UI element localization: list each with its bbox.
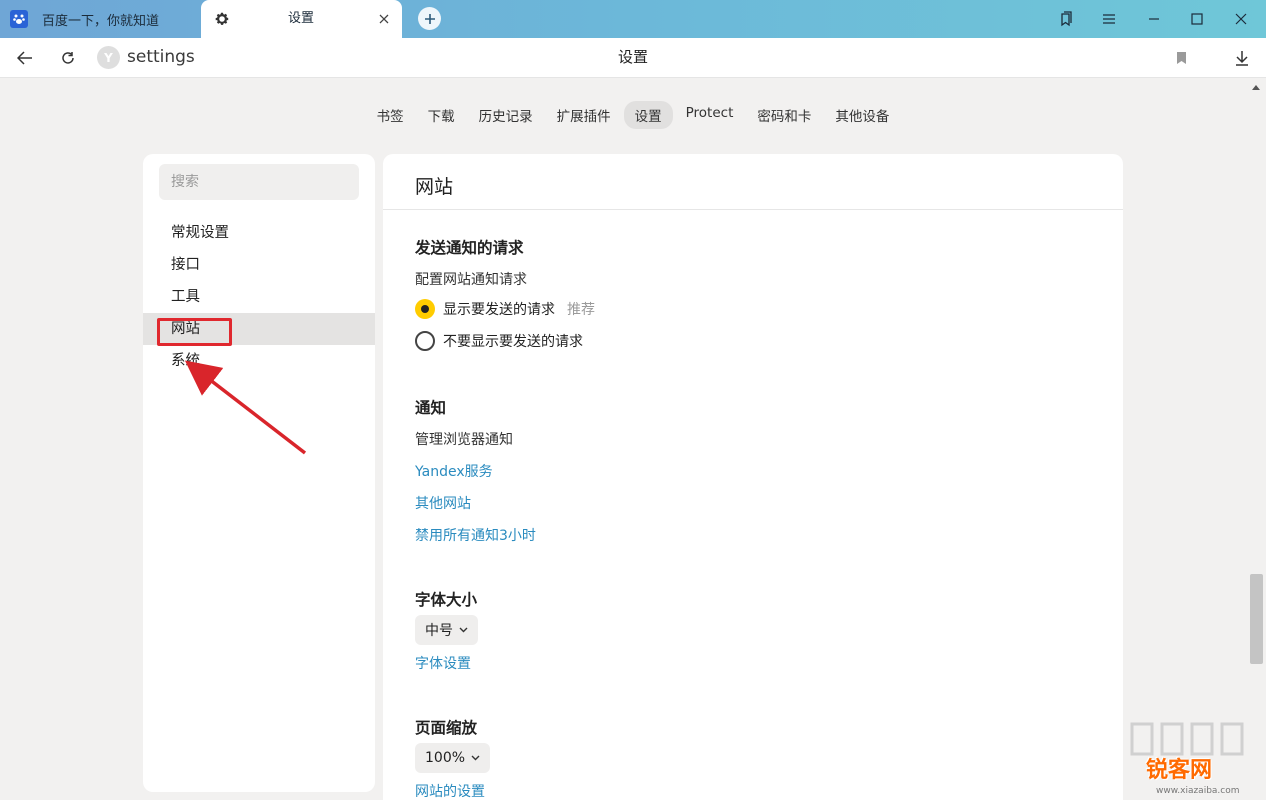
menu-icon[interactable] bbox=[1098, 8, 1120, 30]
nav-extensions[interactable]: 扩展插件 bbox=[546, 101, 622, 129]
address-bar: Y settings 设置 bbox=[0, 38, 1266, 78]
search-input[interactable] bbox=[159, 164, 359, 200]
nav-protect[interactable]: Protect bbox=[675, 101, 745, 129]
divider bbox=[383, 209, 1123, 210]
sidebar-item-general[interactable]: 常规设置 bbox=[143, 217, 375, 249]
zoom-select[interactable]: 100% bbox=[415, 743, 491, 773]
notifications-heading: 通知 bbox=[415, 399, 447, 417]
title-bar: 百度一下，你就知道 设置 bbox=[0, 0, 1266, 38]
radio-unselected-icon[interactable] bbox=[415, 331, 435, 351]
scrollbar[interactable] bbox=[1248, 78, 1266, 800]
bookmarks-panel-icon[interactable] bbox=[1055, 8, 1077, 30]
zoom-value: 100% bbox=[425, 750, 466, 766]
scrollbar-thumb[interactable] bbox=[1250, 574, 1263, 664]
annotation-highlight-box bbox=[157, 318, 232, 346]
radio-label: 显示要发送的请求 bbox=[443, 302, 555, 318]
tab-title: 设置 bbox=[288, 11, 315, 26]
tab-title: 百度一下，你就知道 bbox=[42, 13, 160, 29]
zoom-heading: 页面缩放 bbox=[415, 719, 478, 737]
close-tab-icon[interactable] bbox=[376, 11, 392, 27]
nav-history[interactable]: 历史记录 bbox=[468, 101, 544, 129]
close-window-icon[interactable] bbox=[1230, 8, 1252, 30]
watermark-logo: 锐客网 www.xiazaiba.com bbox=[1128, 718, 1266, 800]
notifications-desc: 管理浏览器通知 bbox=[415, 432, 513, 448]
nav-passwords[interactable]: 密码和卡 bbox=[746, 101, 822, 129]
maximize-icon[interactable] bbox=[1186, 8, 1208, 30]
sidebar-item-interface[interactable]: 接口 bbox=[143, 249, 375, 281]
watermark-text: 锐客网 bbox=[1146, 758, 1213, 783]
reload-icon[interactable] bbox=[57, 47, 79, 69]
settings-nav: 书签 下载 历史记录 扩展插件 设置 Protect 密码和卡 其他设备 bbox=[0, 101, 1266, 129]
disable-notifications-link[interactable]: 禁用所有通知3小时 bbox=[415, 525, 536, 545]
site-badge-icon[interactable]: Y bbox=[97, 46, 120, 69]
recommended-tag: 推荐 bbox=[567, 302, 595, 318]
download-icon[interactable] bbox=[1231, 47, 1253, 69]
sidebar-item-system[interactable]: 系统 bbox=[143, 345, 375, 377]
site-settings-link[interactable]: 网站的设置 bbox=[415, 781, 485, 800]
nav-bookmarks[interactable]: 书签 bbox=[366, 101, 415, 129]
radio-hide-requests[interactable]: 不要显示要发送的请求 bbox=[415, 331, 583, 351]
bookmark-icon[interactable] bbox=[1170, 47, 1192, 69]
nav-settings[interactable]: 设置 bbox=[623, 101, 673, 129]
radio-label: 不要显示要发送的请求 bbox=[443, 334, 583, 350]
back-arrow-icon[interactable] bbox=[14, 47, 36, 69]
font-settings-link[interactable]: 字体设置 bbox=[415, 653, 471, 673]
radio-show-requests[interactable]: 显示要发送的请求 推荐 bbox=[415, 299, 595, 319]
font-size-value: 中号 bbox=[425, 623, 453, 639]
sidebar-item-tools[interactable]: 工具 bbox=[143, 281, 375, 313]
settings-sidebar: 常规设置 接口 工具 网站 系统 bbox=[143, 154, 375, 792]
font-size-heading: 字体大小 bbox=[415, 591, 478, 609]
url-text[interactable]: settings bbox=[127, 38, 195, 77]
notify-requests-heading: 发送通知的请求 bbox=[415, 239, 524, 257]
gear-icon bbox=[213, 10, 231, 28]
settings-page: 书签 下载 历史记录 扩展插件 设置 Protect 密码和卡 其他设备 常规设… bbox=[0, 78, 1266, 800]
tab-settings[interactable]: 设置 bbox=[201, 0, 402, 38]
other-sites-link[interactable]: 其他网站 bbox=[415, 493, 471, 513]
watermark-url: www.xiazaiba.com bbox=[1156, 786, 1240, 796]
tab-baidu[interactable]: 百度一下，你就知道 bbox=[0, 0, 200, 38]
chevron-down-icon bbox=[459, 627, 468, 633]
font-size-select[interactable]: 中号 bbox=[415, 615, 478, 645]
websites-settings-panel: 网站 发送通知的请求 配置网站通知请求 显示要发送的请求 推荐 不要显示要发送的… bbox=[383, 154, 1123, 800]
nav-other-devices[interactable]: 其他设备 bbox=[824, 101, 900, 129]
minimize-icon[interactable] bbox=[1143, 8, 1165, 30]
notify-requests-desc: 配置网站通知请求 bbox=[415, 272, 527, 288]
radio-selected-icon[interactable] bbox=[415, 299, 435, 319]
section-title: 网站 bbox=[415, 176, 454, 198]
baidu-paw-icon bbox=[10, 10, 28, 28]
yandex-services-link[interactable]: Yandex服务 bbox=[415, 461, 493, 481]
chevron-down-icon bbox=[471, 755, 480, 761]
new-tab-button[interactable] bbox=[418, 7, 441, 30]
scroll-up-arrow-icon[interactable] bbox=[1250, 82, 1262, 92]
nav-downloads[interactable]: 下载 bbox=[417, 101, 466, 129]
